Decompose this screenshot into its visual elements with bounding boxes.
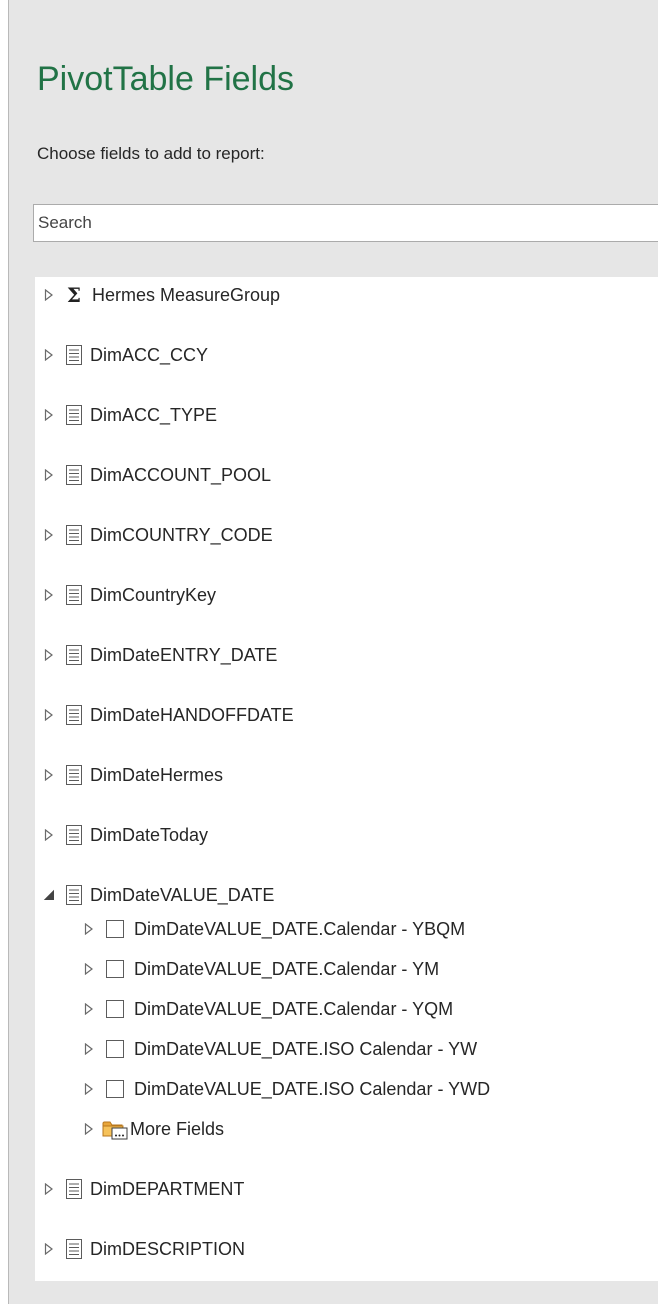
field-group-dimacc-ccy[interactable]: DimACC_CCY	[35, 340, 208, 370]
field-group-label: DimDateVALUE_DATE	[90, 885, 275, 905]
table-icon	[66, 525, 82, 545]
table-icon	[66, 705, 82, 725]
field-label: More Fields	[130, 1119, 225, 1139]
field-group-label: DimACCOUNT_POOL	[90, 465, 272, 485]
expand-arrow-icon[interactable]	[42, 280, 56, 310]
field-group-label: DimDEPARTMENT	[90, 1179, 245, 1199]
field-checkbox[interactable]	[106, 1080, 124, 1098]
field-checkbox-item[interactable]: DimDateVALUE_DATE.Calendar - YM	[35, 954, 439, 984]
field-label: DimDateVALUE_DATE.ISO Calendar - YW	[134, 1039, 478, 1059]
table-icon	[66, 765, 82, 785]
field-group-label: DimDESCRIPTION	[90, 1239, 246, 1259]
field-group-label: DimCOUNTRY_CODE	[90, 525, 273, 545]
field-group-dimdescription[interactable]: DimDESCRIPTION	[35, 1234, 245, 1264]
table-icon	[66, 345, 82, 365]
table-icon	[66, 465, 82, 485]
field-group-label: DimDateHANDOFFDATE	[90, 705, 294, 725]
expand-arrow-icon[interactable]	[42, 640, 56, 670]
expand-arrow-icon[interactable]	[82, 954, 96, 984]
table-icon	[66, 1179, 82, 1199]
field-group-label: Hermes MeasureGroup	[92, 285, 281, 305]
pane-title: PivotTable Fields	[37, 60, 295, 98]
expand-arrow-icon[interactable]	[42, 700, 56, 730]
expand-arrow-icon[interactable]	[42, 580, 56, 610]
expand-arrow-icon[interactable]	[42, 820, 56, 850]
field-group-label: DimDateENTRY_DATE	[90, 645, 278, 665]
field-group-dimdatevalue-date[interactable]: DimDateVALUE_DATE	[35, 880, 274, 910]
field-checkbox[interactable]	[106, 960, 124, 978]
field-group-label: DimDateHermes	[90, 765, 224, 785]
field-checkbox[interactable]	[106, 1000, 124, 1018]
expand-arrow-icon[interactable]	[82, 1114, 96, 1144]
field-group-dimdatehermes[interactable]: DimDateHermes	[35, 760, 223, 790]
field-group-dimdatetoday[interactable]: DimDateToday	[35, 820, 208, 850]
expand-arrow-icon[interactable]	[42, 400, 56, 430]
expand-arrow-icon[interactable]	[42, 460, 56, 490]
table-icon	[66, 825, 82, 845]
expand-arrow-icon[interactable]	[82, 1074, 96, 1104]
expand-arrow-icon[interactable]	[82, 1034, 96, 1064]
field-group-hermes-measuregroup[interactable]: Σ Hermes MeasureGroup	[35, 280, 280, 310]
field-checkbox[interactable]	[106, 1040, 124, 1058]
expand-arrow-icon[interactable]	[82, 994, 96, 1024]
field-group-dimdatehandoffdate[interactable]: DimDateHANDOFFDATE	[35, 700, 294, 730]
collapse-arrow-icon[interactable]	[42, 880, 56, 910]
field-group-dimdateentry-date[interactable]: DimDateENTRY_DATE	[35, 640, 277, 670]
table-icon	[66, 585, 82, 605]
field-checkbox-item[interactable]: DimDateVALUE_DATE.Calendar - YBQM	[35, 914, 465, 944]
field-checkbox-item[interactable]: DimDateVALUE_DATE.ISO Calendar - YW	[35, 1034, 477, 1064]
field-group-dimcountry-code[interactable]: DimCOUNTRY_CODE	[35, 520, 273, 550]
field-list: Σ Hermes MeasureGroup DimACC_CCY DimACC_TYP…	[35, 277, 658, 1281]
expand-arrow-icon[interactable]	[42, 1234, 56, 1264]
field-checkbox-item[interactable]: DimDateVALUE_DATE.Calendar - YQM	[35, 994, 453, 1024]
expand-arrow-icon[interactable]	[42, 340, 56, 370]
field-checkbox-item[interactable]: DimDateVALUE_DATE.ISO Calendar - YWD	[35, 1074, 490, 1104]
field-group-label: DimDateToday	[90, 825, 209, 845]
table-icon	[66, 405, 82, 425]
expand-arrow-icon[interactable]	[42, 520, 56, 550]
folder-more-icon	[102, 1118, 128, 1140]
more-fields-item[interactable]: More Fields	[35, 1114, 224, 1144]
field-group-label: DimACC_CCY	[90, 345, 209, 365]
field-group-dimcountrykey[interactable]: DimCountryKey	[35, 580, 216, 610]
table-icon	[66, 885, 82, 905]
expand-arrow-icon[interactable]	[42, 760, 56, 790]
field-group-dimacc-type[interactable]: DimACC_TYPE	[35, 400, 217, 430]
field-label: DimDateVALUE_DATE.Calendar - YM	[134, 959, 440, 979]
field-label: DimDateVALUE_DATE.ISO Calendar - YWD	[134, 1079, 491, 1099]
field-group-dimaccount-pool[interactable]: DimACCOUNT_POOL	[35, 460, 271, 490]
pane-subtitle: Choose fields to add to report:	[37, 144, 265, 163]
expand-arrow-icon[interactable]	[42, 1174, 56, 1204]
sigma-icon: Σ	[66, 283, 82, 307]
table-icon	[66, 645, 82, 665]
expand-arrow-icon[interactable]	[82, 914, 96, 944]
field-group-label: DimCountryKey	[90, 585, 217, 605]
field-label: DimDateVALUE_DATE.Calendar - YBQM	[134, 919, 466, 939]
table-icon	[66, 1239, 82, 1259]
field-checkbox[interactable]	[106, 920, 124, 938]
field-group-label: DimACC_TYPE	[90, 405, 218, 425]
field-label: DimDateVALUE_DATE.Calendar - YQM	[134, 999, 454, 1019]
field-group-dimdepartment[interactable]: DimDEPARTMENT	[35, 1174, 244, 1204]
search-input[interactable]	[33, 204, 658, 242]
